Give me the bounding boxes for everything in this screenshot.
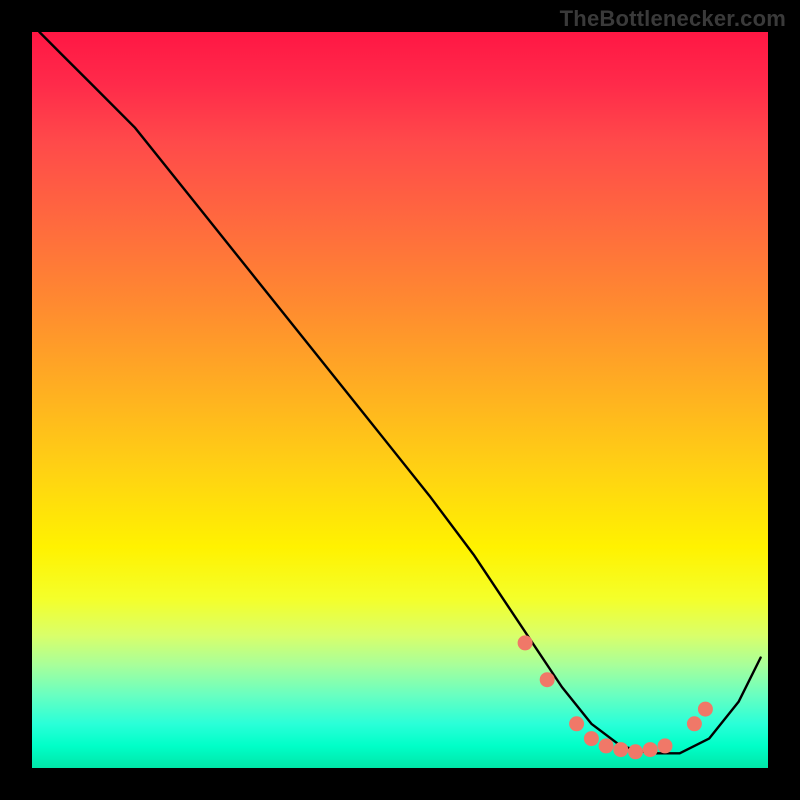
curve-marker <box>629 745 643 759</box>
curve-layer <box>32 32 768 768</box>
curve-marker <box>540 673 554 687</box>
curve-marker <box>687 717 701 731</box>
bottleneck-curve <box>39 32 760 753</box>
curve-marker <box>698 702 712 716</box>
curve-marker <box>614 743 628 757</box>
plot-area <box>32 32 768 768</box>
curve-marker <box>658 739 672 753</box>
curve-marker <box>599 739 613 753</box>
watermark-text: TheBottlenecker.com <box>560 6 786 32</box>
curve-marker <box>584 732 598 746</box>
chart-frame: TheBottlenecker.com <box>0 0 800 800</box>
curve-marker <box>570 717 584 731</box>
curve-marker <box>518 636 532 650</box>
curve-marker <box>643 743 657 757</box>
